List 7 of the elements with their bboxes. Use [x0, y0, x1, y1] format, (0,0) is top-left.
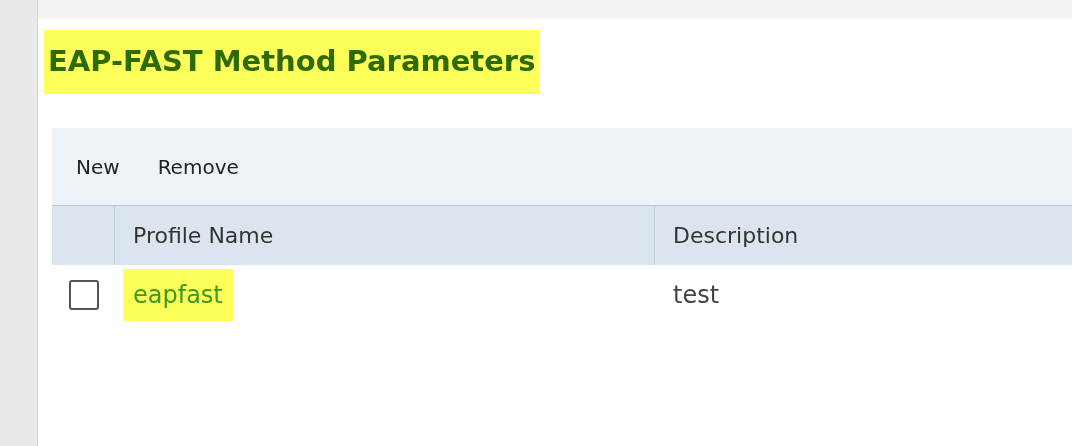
table-cell-text: test: [673, 280, 720, 311]
row-checkbox[interactable]: [68, 280, 99, 310]
toolbar-button[interactable]: Remove: [153, 149, 243, 184]
toolbar-button[interactable]: New: [72, 149, 124, 184]
column-header: Description: [673, 222, 799, 250]
page-title: EAP-FAST Method Parameters: [44, 30, 540, 94]
column-header: Profile Name: [133, 222, 274, 250]
